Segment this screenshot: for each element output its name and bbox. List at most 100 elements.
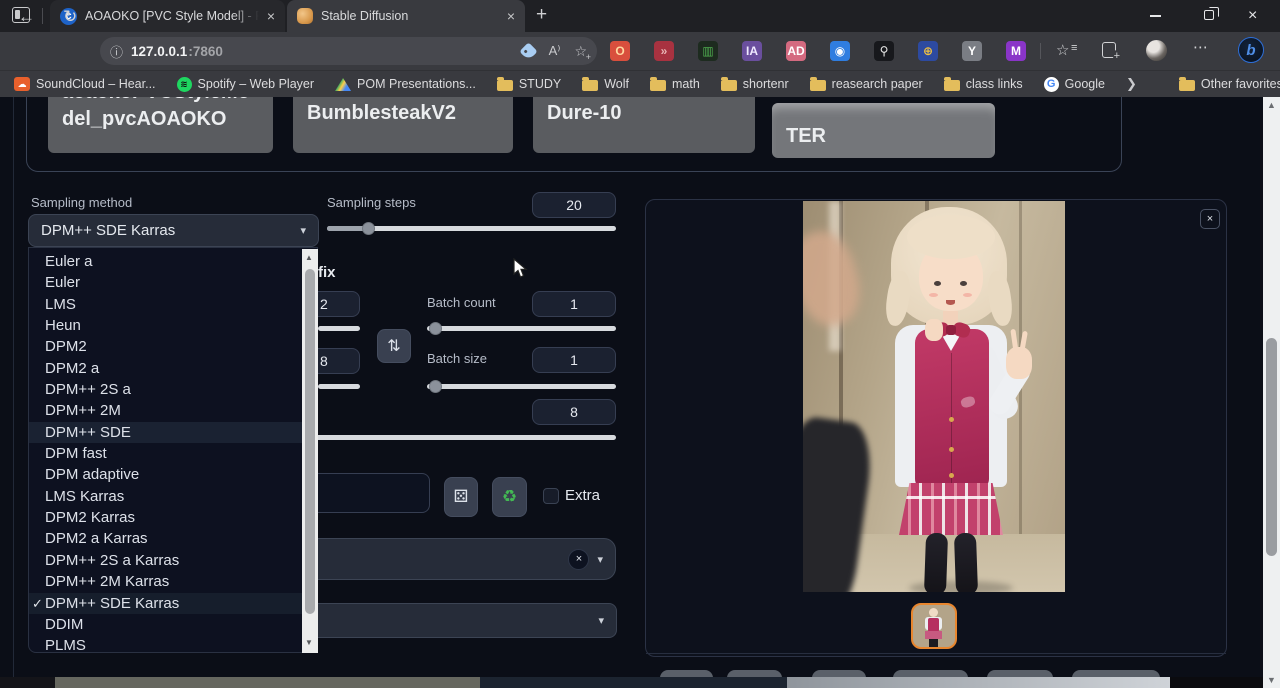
sampler-option[interactable]: ✓ Euler (29, 272, 317, 293)
sampler-option[interactable]: ✓ DPM++ 2S a Karras (29, 550, 317, 571)
sampler-option[interactable]: ✓ DPM2 a Karras (29, 528, 317, 549)
ext-ia[interactable]: IA (742, 41, 762, 61)
height-slider-fragment[interactable] (318, 384, 360, 389)
tab-close-icon[interactable]: × (507, 9, 515, 23)
height-input-fragment[interactable]: 8 (318, 348, 360, 374)
ext-red-o[interactable]: O (610, 41, 630, 61)
refresh-button[interactable]: ↻ (63, 7, 77, 27)
swap-width-height-button[interactable]: ⇅ (377, 329, 411, 363)
sampler-option[interactable]: ✓ DPM2 Karras (29, 507, 317, 528)
settings-menu-icon[interactable]: ⋯ (1193, 38, 1209, 56)
site-info-icon[interactable]: ⓘ (110, 42, 123, 61)
bookmark-item[interactable]: math (650, 77, 700, 91)
ext-trash[interactable]: ▥ (698, 41, 718, 61)
scroll-up-icon[interactable]: ▲ (1267, 100, 1276, 110)
bookmark-item[interactable]: POM Presentations... (335, 77, 476, 91)
sampler-option[interactable]: ✓ DPM++ 2M (29, 400, 317, 421)
gallery-thumbnail-selected[interactable] (911, 603, 957, 649)
shopping-tag-icon[interactable] (519, 42, 537, 60)
ext-pin[interactable]: ⚲ (874, 41, 894, 61)
sampler-option[interactable]: ✓ DPM fast (29, 443, 317, 464)
reuse-seed-recycle-button[interactable]: ♻ (492, 477, 527, 517)
dropdown-scrollbar[interactable]: ▲ ▼ (302, 249, 318, 653)
sampling-steps-slider-handle[interactable] (362, 222, 375, 235)
new-tab-button[interactable]: + (536, 4, 547, 26)
batch-size-slider[interactable] (427, 384, 616, 389)
bing-discover-icon[interactable]: b (1238, 37, 1264, 63)
model-card[interactable]: Dure-10 (533, 97, 755, 153)
random-seed-dice-button[interactable]: ⚄ (444, 477, 478, 517)
bookmark-item[interactable]: Google (1044, 77, 1105, 92)
sampler-option[interactable]: ✓ PLMS (29, 635, 317, 656)
width-slider-fragment[interactable] (318, 326, 360, 331)
add-favorite-icon[interactable]: ☆ (574, 43, 587, 60)
scroll-down-icon[interactable]: ▼ (1267, 675, 1276, 685)
batch-count-input[interactable]: 1 (532, 291, 616, 317)
page-scrollbar-thumb[interactable] (1266, 338, 1277, 556)
tab-stable-diffusion[interactable]: Stable Diffusion × (287, 0, 525, 32)
sampler-option[interactable]: ✓ DPM++ 2M Karras (29, 571, 317, 592)
sampler-option[interactable]: ✓ DDIM (29, 614, 317, 635)
profile-avatar[interactable] (1146, 40, 1167, 61)
sampler-option[interactable]: ✓ DPM adaptive (29, 464, 317, 485)
ext-globe[interactable]: ⊕ (918, 41, 938, 61)
close-window-button[interactable]: × (1248, 0, 1257, 32)
bookmark-item[interactable]: class links (944, 77, 1023, 91)
bookmark-item[interactable]: shortenr (721, 77, 789, 91)
favorites-menu-icon[interactable]: ☆ (1056, 41, 1069, 59)
ext-y[interactable]: Y (962, 41, 982, 61)
sampler-option[interactable]: ✓ DPM++ SDE Karras (29, 593, 317, 614)
chevron-down-icon: ▾ (598, 614, 604, 627)
ext-fast-forward[interactable]: » (654, 41, 674, 61)
scroll-up-icon[interactable]: ▲ (305, 253, 313, 262)
ext-m-wave[interactable]: M (1006, 41, 1026, 61)
batch-count-slider[interactable] (427, 326, 616, 331)
model-card[interactable]: aoaokoPVCStyleMo del_pvcAOAOKO (48, 97, 273, 153)
sampler-option[interactable]: ✓ Heun (29, 315, 317, 336)
close-image-viewer-button[interactable]: × (1200, 209, 1220, 229)
collections-icon[interactable] (1102, 42, 1116, 58)
dropdown-scrollbar-thumb[interactable] (305, 269, 315, 614)
width-input-fragment[interactable]: 2 (318, 291, 360, 317)
sampler-option[interactable]: ✓ Euler a (29, 251, 317, 272)
horizontal-scrollbar-thumb[interactable] (55, 677, 480, 688)
seed-input-fragment[interactable] (318, 473, 430, 513)
model-card[interactable]: TER (772, 103, 995, 158)
bookmark-item[interactable]: SoundCloud – Hear... (14, 77, 156, 91)
sampling-steps-input[interactable]: 20 (532, 192, 616, 218)
scroll-down-icon[interactable]: ▼ (305, 638, 313, 647)
bookmark-item[interactable]: Wolf (582, 77, 629, 91)
ext-shazam[interactable]: ◉ (830, 41, 850, 61)
tab-close-icon[interactable]: × (267, 9, 275, 23)
read-aloud-icon[interactable]: A⁾ (549, 43, 561, 59)
cfg-scale-slider-fragment[interactable] (318, 435, 616, 440)
back-button[interactable]: ← (18, 7, 35, 27)
sampler-option[interactable]: ✓ DPM2 a (29, 358, 317, 379)
cfg-scale-input[interactable]: 8 (532, 399, 616, 425)
page-scrollbar[interactable]: ▲ ▼ (1263, 97, 1280, 688)
clear-styles-icon[interactable]: × (568, 549, 589, 570)
bookmark-favicon (177, 77, 192, 92)
sampler-option[interactable]: ✓ LMS Karras (29, 486, 317, 507)
restore-button[interactable] (1204, 10, 1214, 20)
minimize-button[interactable] (1150, 0, 1161, 32)
extra-seed-checkbox[interactable] (543, 488, 559, 504)
sampler-option[interactable]: ✓ LMS (29, 294, 317, 315)
sampler-option[interactable]: ✓ DPM++ 2S a (29, 379, 317, 400)
batch-count-slider-handle[interactable] (429, 322, 442, 335)
other-favorites[interactable]: Other favorites (1179, 77, 1280, 91)
ext-ad[interactable]: AD (786, 41, 806, 61)
bookmarks-overflow-chevron[interactable]: ❯ (1126, 76, 1137, 92)
sampler-option[interactable]: ✓ DPM2 (29, 336, 317, 357)
sampler-option[interactable]: ✓ DPM++ SDE (29, 422, 317, 443)
batch-size-input[interactable]: 1 (532, 347, 616, 373)
model-card[interactable]: BumblesteakV2 (293, 97, 513, 153)
address-bar[interactable]: ⓘ 127.0.0.1 :7860 A⁾ ☆ (100, 37, 597, 65)
batch-size-slider-handle[interactable] (429, 380, 442, 393)
tab-civitai[interactable]: c AOAOKO [PVC Style Model] - PV × (50, 0, 285, 32)
sampling-method-select[interactable]: DPM++ SDE Karras ▾ (28, 214, 319, 247)
bookmark-item[interactable]: Spotify – Web Player (177, 77, 315, 92)
bookmark-item[interactable]: STUDY (497, 77, 561, 91)
generated-image[interactable] (803, 201, 1065, 592)
bookmark-item[interactable]: reasearch paper (810, 77, 923, 91)
